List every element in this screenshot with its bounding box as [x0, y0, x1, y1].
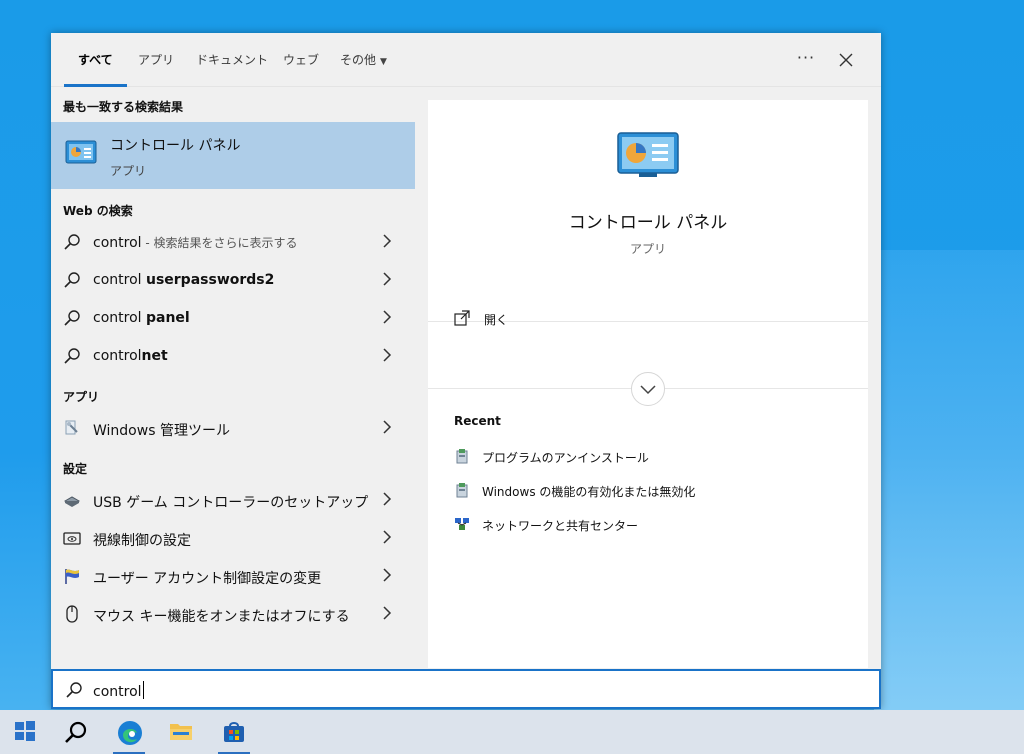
preview-title: コントロール パネル — [568, 213, 728, 233]
settings-result-label: USB ゲーム コントローラーのセットアップ — [93, 495, 369, 511]
best-match-title: コントロール パネル — [110, 138, 241, 154]
web-result-label: control - 検索結果をさらに表示する — [93, 235, 298, 251]
network-icon — [455, 518, 469, 530]
chevron-right-icon[interactable] — [381, 310, 393, 324]
admin-tools-icon — [65, 420, 78, 435]
open-label: 開く — [484, 313, 509, 327]
tab-all[interactable]: すべて — [64, 33, 127, 87]
chevron-right-icon[interactable] — [381, 568, 393, 582]
tab-web[interactable]: ウェブ — [283, 33, 319, 87]
search-input[interactable]: control — [51, 669, 881, 709]
settings-result-uac[interactable]: ユーザー アカウント制御設定の変更 — [51, 557, 415, 595]
ellipsis-icon[interactable]: ··· — [791, 45, 821, 75]
recent-item-label: プログラムのアンインストール — [482, 451, 649, 465]
mouse-icon — [66, 605, 78, 623]
caret-down-icon: ▼ — [380, 57, 387, 67]
chevron-right-icon[interactable] — [381, 492, 393, 506]
explorer-button[interactable] — [157, 710, 205, 754]
eye-control-icon — [63, 532, 81, 545]
section-apps: アプリ — [63, 390, 100, 404]
recent-item-label: Windows の機能の有効化または無効化 — [482, 485, 696, 499]
programs-icon — [456, 483, 468, 498]
section-web: Web の検索 — [63, 204, 133, 218]
chevron-right-icon[interactable] — [381, 606, 393, 620]
search-panel: すべて アプリ ドキュメント ウェブ その他 ▼ ··· 最も一致する検索結果 コ… — [51, 33, 881, 709]
web-result[interactable]: control panel — [51, 299, 415, 337]
open-icon — [454, 310, 470, 326]
preview-type: アプリ — [629, 242, 666, 256]
web-result-label: controlnet — [93, 348, 168, 364]
best-match-type: アプリ — [110, 164, 147, 178]
settings-result-mouse-keys[interactable]: マウス キー機能をオンまたはオフにする — [51, 595, 415, 633]
settings-result-label: ユーザー アカウント制御設定の変更 — [93, 571, 322, 587]
programs-icon — [456, 449, 468, 464]
tab-apps[interactable]: アプリ — [138, 33, 174, 87]
search-icon — [64, 310, 80, 326]
results-list: 最も一致する検索結果 コントロール パネル アプリ Web の検索 contro… — [51, 88, 415, 668]
chevron-right-icon[interactable] — [381, 272, 393, 286]
edge-button[interactable] — [105, 710, 153, 754]
search-icon — [64, 272, 80, 288]
chevron-right-icon[interactable] — [381, 234, 393, 248]
search-value: control — [93, 681, 144, 700]
settings-result-label: マウス キー機能をオンまたはオフにする — [93, 609, 350, 625]
chevron-right-icon[interactable] — [381, 348, 393, 362]
web-result[interactable]: control userpasswords2 — [51, 261, 415, 299]
game-controller-icon — [63, 496, 81, 507]
start-button[interactable] — [2, 710, 50, 754]
search-icon — [64, 234, 80, 250]
store-icon — [224, 722, 244, 742]
section-best-match: 最も一致する検索結果 — [63, 100, 184, 114]
close-icon[interactable] — [831, 45, 861, 75]
control-panel-icon — [65, 140, 97, 164]
best-match-item[interactable]: コントロール パネル アプリ — [51, 122, 415, 189]
web-result-label: control userpasswords2 — [93, 272, 275, 288]
chevron-right-icon[interactable] — [381, 530, 393, 544]
expand-button[interactable] — [631, 372, 665, 406]
settings-result-eye-control[interactable]: 視線制御の設定 — [51, 519, 415, 557]
web-result-label: control panel — [93, 310, 190, 326]
recent-heading: Recent — [454, 414, 501, 428]
search-icon — [64, 348, 80, 364]
recent-item-label: ネットワークと共有センター — [482, 519, 639, 533]
uac-flag-icon — [65, 569, 79, 584]
taskbar — [0, 710, 1024, 754]
tab-bar: すべて アプリ ドキュメント ウェブ その他 ▼ ··· — [51, 33, 881, 87]
settings-result-usb-controller[interactable]: USB ゲーム コントローラーのセットアップ — [51, 481, 415, 519]
settings-result-label: 視線制御の設定 — [93, 533, 191, 549]
app-result-admin-tools[interactable]: Windows 管理ツール — [51, 409, 415, 447]
desktop-background — [874, 250, 1024, 710]
search-button[interactable] — [52, 710, 100, 754]
windows-logo-icon — [15, 721, 35, 741]
store-button[interactable] — [210, 710, 258, 754]
text-caret — [142, 681, 144, 699]
control-panel-icon — [617, 132, 679, 177]
tab-more[interactable]: その他 ▼ — [340, 33, 387, 87]
web-result[interactable]: controlnet — [51, 337, 415, 375]
search-icon — [65, 721, 87, 743]
app-result-label: Windows 管理ツール — [93, 423, 230, 439]
section-settings: 設定 — [63, 462, 88, 476]
web-result[interactable]: control - 検索結果をさらに表示する — [51, 223, 415, 261]
tab-documents[interactable]: ドキュメント — [196, 33, 268, 87]
chevron-right-icon[interactable] — [381, 420, 393, 434]
search-icon — [66, 682, 82, 698]
folder-icon — [170, 724, 192, 740]
chevron-down-icon — [640, 385, 656, 395]
edge-icon — [118, 721, 142, 745]
preview-pane: コントロール パネル アプリ 開く Recent プログラムのアンインストール … — [428, 100, 868, 668]
